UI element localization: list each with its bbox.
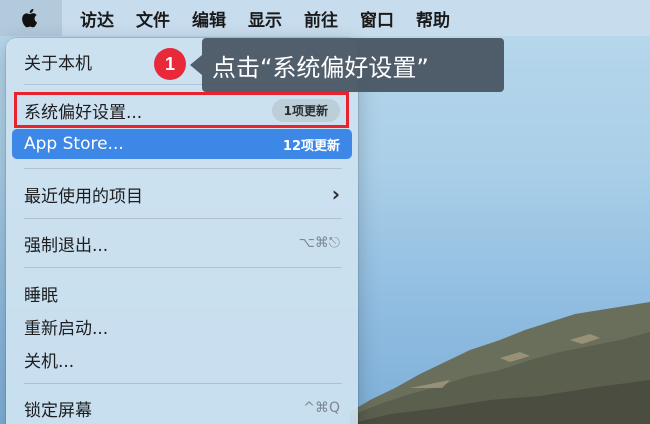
highlight-annotation-box (14, 92, 349, 128)
menu-item-shutdown[interactable]: 关机... (12, 344, 352, 374)
menu-separator (24, 383, 342, 384)
apple-menu-button[interactable] (0, 0, 62, 36)
step-number-badge: 1 (154, 48, 186, 80)
menu-item-recent-items[interactable]: 最近使用的项目 › (12, 179, 352, 209)
menubar-item-view[interactable]: 显示 (248, 6, 282, 31)
menu-item-app-store[interactable]: App Store... 12项更新 (12, 129, 352, 159)
menu-separator (24, 267, 342, 268)
menu-item-force-quit[interactable]: 强制退出... ⌥⌘⎋ (12, 228, 352, 258)
menu-item-label: 关机... (24, 351, 75, 372)
update-count-badge: 12项更新 (282, 138, 340, 154)
desktop-mountain-wallpaper (350, 302, 650, 424)
menubar-item-finder[interactable]: 访达 (80, 6, 114, 31)
menu-item-label: 睡眠 (24, 285, 58, 306)
menu-separator (24, 218, 342, 219)
keyboard-shortcut: ⌥⌘⎋ (298, 235, 340, 251)
menu-item-lock-screen[interactable]: 锁定屏幕 ^⌘Q (12, 393, 352, 423)
menu-item-restart[interactable]: 重新启动... (12, 311, 352, 341)
menu-item-label: 强制退出... (24, 235, 109, 256)
menubar-item-file[interactable]: 文件 (136, 6, 170, 31)
callout-text: 点击“系统偏好设置” (212, 53, 429, 82)
menubar-item-edit[interactable]: 编辑 (192, 6, 226, 31)
menu-item-label: 重新启动... (24, 318, 109, 339)
menubar-item-window[interactable]: 窗口 (360, 6, 394, 31)
keyboard-shortcut: ^⌘Q (303, 400, 340, 416)
menu-item-label: 锁定屏幕 (24, 400, 92, 421)
instruction-callout: 点击“系统偏好设置” (190, 38, 504, 92)
menu-item-sleep[interactable]: 睡眠 (12, 278, 352, 308)
menubar-item-help[interactable]: 帮助 (416, 6, 450, 31)
menu-item-label: App Store... (24, 134, 124, 154)
menubar-item-go[interactable]: 前往 (304, 6, 338, 31)
chevron-right-icon: › (331, 182, 340, 206)
apple-logo-icon (22, 8, 38, 28)
menu-bar: 访达 文件 编辑 显示 前往 窗口 帮助 (0, 0, 650, 36)
menu-item-label: 最近使用的项目 (24, 186, 143, 207)
menu-separator (24, 168, 342, 169)
